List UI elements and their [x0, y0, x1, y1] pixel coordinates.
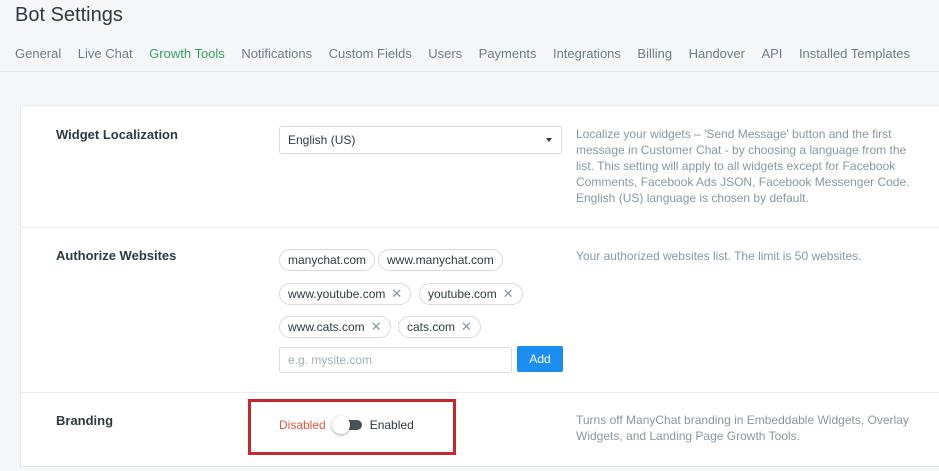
tab-handover[interactable]: Handover [689, 46, 745, 71]
close-icon[interactable]: ✕ [371, 319, 382, 334]
site-chip-label: manychat.com [288, 253, 367, 267]
site-chip: cats.com ✕ [398, 316, 481, 338]
close-icon[interactable]: ✕ [503, 286, 514, 301]
add-website-button[interactable]: Add [517, 346, 563, 372]
site-chip: youtube.com ✕ [419, 283, 523, 305]
branding-label: Branding [56, 413, 114, 428]
toggle-enabled-label: Enabled [369, 418, 414, 432]
page-title: Bot Settings [15, 4, 123, 26]
branding-toggle-group: Disabled Enabled [279, 416, 414, 434]
tab-live-chat[interactable]: Live Chat [78, 46, 133, 71]
tab-growth-tools[interactable]: Growth Tools [149, 46, 225, 71]
tab-installed-templates[interactable]: Installed Templates [799, 46, 910, 71]
branding-description: Turns off ManyChat branding in Embeddabl… [576, 413, 909, 443]
close-icon[interactable]: ✕ [391, 286, 402, 301]
authorize-websites-description: Your authorized websites list. The limit… [576, 249, 862, 263]
toggle-disabled-label: Disabled [279, 418, 326, 432]
tab-general[interactable]: General [15, 46, 61, 71]
tab-users[interactable]: Users [428, 46, 462, 71]
tabs-divider [0, 71, 939, 72]
site-chip: www.cats.com ✕ [279, 316, 391, 338]
language-select-value: English (US) [288, 133, 356, 147]
branding-toggle[interactable] [331, 416, 362, 434]
chevron-down-icon [546, 138, 552, 142]
tab-integrations[interactable]: Integrations [553, 46, 621, 71]
language-select[interactable]: English (US) [279, 126, 562, 154]
tab-payments[interactable]: Payments [479, 46, 537, 71]
site-chip-label: youtube.com [428, 287, 497, 301]
widget-localization-description: Localize your widgets – 'Send Message' b… [576, 127, 910, 205]
authorize-websites-label: Authorize Websites [56, 248, 177, 263]
site-chip-label: www.youtube.com [288, 287, 386, 301]
website-input[interactable] [279, 347, 512, 373]
site-chip-label: www.cats.com [288, 320, 365, 334]
settings-card: Widget Localization English (US) Localiz… [20, 105, 939, 467]
site-chip: manychat.com [279, 249, 376, 271]
tab-custom-fields[interactable]: Custom Fields [329, 46, 412, 71]
site-chip-label: cats.com [407, 320, 456, 334]
tab-billing[interactable]: Billing [637, 46, 672, 71]
widget-localization-row: Widget Localization English (US) Localiz… [21, 106, 939, 228]
site-chip-label: www.manychat.com [387, 253, 494, 267]
close-icon[interactable]: ✕ [461, 319, 472, 334]
site-chip: www.manychat.com [378, 249, 503, 271]
settings-tabs: General Live Chat Growth Tools Notificat… [15, 46, 926, 71]
toggle-knob [331, 416, 350, 434]
tab-notifications[interactable]: Notifications [241, 46, 312, 71]
branding-row: Branding Turns off ManyChat branding in … [21, 393, 939, 466]
tab-api[interactable]: API [761, 46, 782, 71]
widget-localization-label: Widget Localization [56, 127, 178, 142]
site-chip: www.youtube.com ✕ [279, 283, 412, 305]
